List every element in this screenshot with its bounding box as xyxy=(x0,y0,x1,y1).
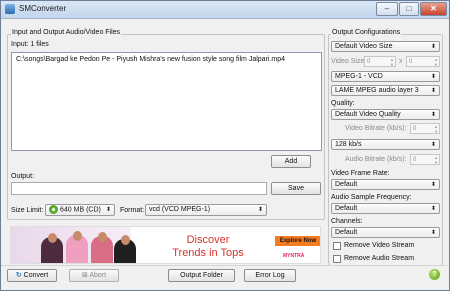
abort-label: Abort xyxy=(89,272,107,279)
video-width-spinner[interactable]: 0 ▲ ▼ xyxy=(364,56,396,67)
add-button[interactable]: Add xyxy=(271,155,311,168)
quality-label: Quality: xyxy=(331,100,355,107)
close-button[interactable]: ✕ xyxy=(420,2,447,16)
footer-divider xyxy=(1,265,449,266)
format-label: Format: xyxy=(120,207,145,214)
audio-bitrate-value: 0 xyxy=(413,157,417,163)
audio-codec-select[interactable]: LAME MPEG audio layer 3 ⬍ xyxy=(331,85,440,96)
video-bitrate-spinner[interactable]: 0 ▲ ▼ xyxy=(410,123,440,134)
list-item[interactable]: C:\songs\Bargad ke Pedon Pe - Piyush Mis… xyxy=(16,56,285,63)
channels-value: Default xyxy=(335,229,358,236)
audio-codec-value: LAME MPEG audio layer 3 xyxy=(335,87,419,94)
dropdown-arrow-icon: ⬍ xyxy=(430,74,436,80)
maximize-button[interactable]: □ xyxy=(399,2,419,16)
remove-audio-checkbox[interactable] xyxy=(333,255,341,263)
close-icon: ✕ xyxy=(430,4,437,13)
window-title: SMConverter xyxy=(19,4,67,13)
error-log-button[interactable]: Error Log xyxy=(244,269,296,282)
audio-bitrate-select[interactable]: 128 kb/s ⬍ xyxy=(331,139,440,150)
title-bar: SMConverter – □ ✕ xyxy=(1,1,449,19)
abort-icon: ⊠ xyxy=(81,272,88,279)
ad-model-head xyxy=(73,231,82,241)
frame-rate-select[interactable]: Default ⬍ xyxy=(331,179,440,190)
sample-frequency-value: Default xyxy=(335,205,358,212)
main-window: SMConverter – □ ✕ Input and Output Audio… xyxy=(0,0,450,291)
output-label: Output: xyxy=(11,173,34,180)
ad-headline-line2: Trends in Tops xyxy=(172,247,244,259)
dropdown-arrow-icon: ⬍ xyxy=(105,207,111,213)
audio-bitrate-spinner[interactable]: 0 ▲ ▼ xyxy=(410,154,440,165)
frame-rate-value: Default xyxy=(335,181,358,188)
dropdown-arrow-icon: ⬍ xyxy=(430,112,436,118)
size-limit-select[interactable]: 640 MB (CD) ⬍ xyxy=(45,204,115,216)
frame-rate-label: Video Frame Rate: xyxy=(331,170,390,177)
output-config-title: Output Configurations xyxy=(331,29,402,36)
dropdown-arrow-icon: ⬍ xyxy=(430,230,436,236)
abort-button[interactable]: ⊠ Abort xyxy=(69,269,119,282)
sample-frequency-label: Audio Sample Frequency: xyxy=(331,194,412,201)
dropdown-arrow-icon: ⬍ xyxy=(430,88,436,94)
convert-icon: ↻ xyxy=(15,272,22,279)
video-height-value: 0 xyxy=(409,59,413,65)
ad-model-head xyxy=(121,235,130,245)
spin-arrows-icon: ▲ ▼ xyxy=(390,57,394,67)
ad-banner[interactable]: Discover Trends in Tops Explore Now MYNT… xyxy=(10,226,321,264)
video-codec-select[interactable]: MPEG-1 - VCD ⬍ xyxy=(331,71,440,82)
save-button[interactable]: Save xyxy=(271,182,321,195)
video-size-label: Video Size: xyxy=(331,58,367,65)
video-bitrate-value: 0 xyxy=(413,126,417,132)
remove-video-label: Remove Video Stream xyxy=(344,242,415,249)
ad-explore-button[interactable]: Explore Now xyxy=(275,236,320,246)
input-file-list[interactable]: C:\songs\Bargad ke Pedon Pe - Piyush Mis… xyxy=(11,52,322,151)
video-width-value: 0 xyxy=(367,59,371,65)
video-height-spinner[interactable]: 0 ▲ ▼ xyxy=(406,56,440,67)
sample-frequency-select[interactable]: Default ⬍ xyxy=(331,203,440,214)
format-value: vcd (VCD MPEG-1) xyxy=(149,206,211,213)
channels-select[interactable]: Default ⬍ xyxy=(331,227,440,238)
video-codec-value: MPEG-1 - VCD xyxy=(335,73,383,80)
quality-value: Default Video Quality xyxy=(335,111,401,118)
quality-select[interactable]: Default Video Quality ⬍ xyxy=(331,109,440,120)
dropdown-arrow-icon: ⬍ xyxy=(257,207,263,213)
app-icon xyxy=(5,4,15,14)
minimize-button[interactable]: – xyxy=(376,2,398,16)
output-path-field[interactable] xyxy=(11,182,267,195)
spin-arrows-icon: ▲ ▼ xyxy=(434,57,438,67)
channels-label: Channels: xyxy=(331,218,363,225)
maximize-icon: □ xyxy=(406,4,412,13)
help-icon[interactable]: ? xyxy=(429,269,440,280)
cd-icon xyxy=(49,205,58,214)
size-limit-label: Size Limit: xyxy=(11,207,44,214)
remove-audio-label: Remove Audio Stream xyxy=(344,255,415,262)
output-folder-button[interactable]: Output Folder xyxy=(168,269,235,282)
input-output-group-title: Input and Output Audio/Video Files xyxy=(11,29,122,36)
audio-bitrate-label: Audio Bitrate (kb/s): xyxy=(345,156,407,163)
ad-model-head xyxy=(48,233,57,243)
dropdown-arrow-icon: ⬍ xyxy=(430,142,436,148)
spin-arrows-icon: ▲ ▼ xyxy=(434,124,438,134)
video-bitrate-label: Video Bitrate (kb/s): xyxy=(345,125,407,132)
audio-bitrate-select-value: 128 kb/s xyxy=(335,141,362,148)
video-size-x: x xyxy=(399,58,403,65)
dropdown-arrow-icon: ⬍ xyxy=(430,206,436,212)
format-select[interactable]: vcd (VCD MPEG-1) ⬍ xyxy=(145,204,267,216)
video-size-select-value: Default Video Size xyxy=(335,43,393,50)
ad-brand-logo: MYNTRA xyxy=(283,253,305,259)
ad-model-head xyxy=(98,232,107,242)
remove-video-checkbox[interactable] xyxy=(333,242,341,250)
dropdown-arrow-icon: ⬍ xyxy=(430,182,436,188)
dropdown-arrow-icon: ⬍ xyxy=(430,44,436,50)
ad-headline-line1: Discover xyxy=(186,234,230,246)
size-limit-value: 640 MB (CD) xyxy=(60,206,101,214)
convert-button[interactable]: ↻ Convert xyxy=(7,269,57,282)
minimize-icon: – xyxy=(384,4,390,13)
convert-label: Convert xyxy=(23,272,49,279)
input-count-label: Input: 1 files xyxy=(11,41,49,48)
spin-arrows-icon: ▲ ▼ xyxy=(434,155,438,165)
video-size-select[interactable]: Default Video Size ⬍ xyxy=(331,41,440,52)
